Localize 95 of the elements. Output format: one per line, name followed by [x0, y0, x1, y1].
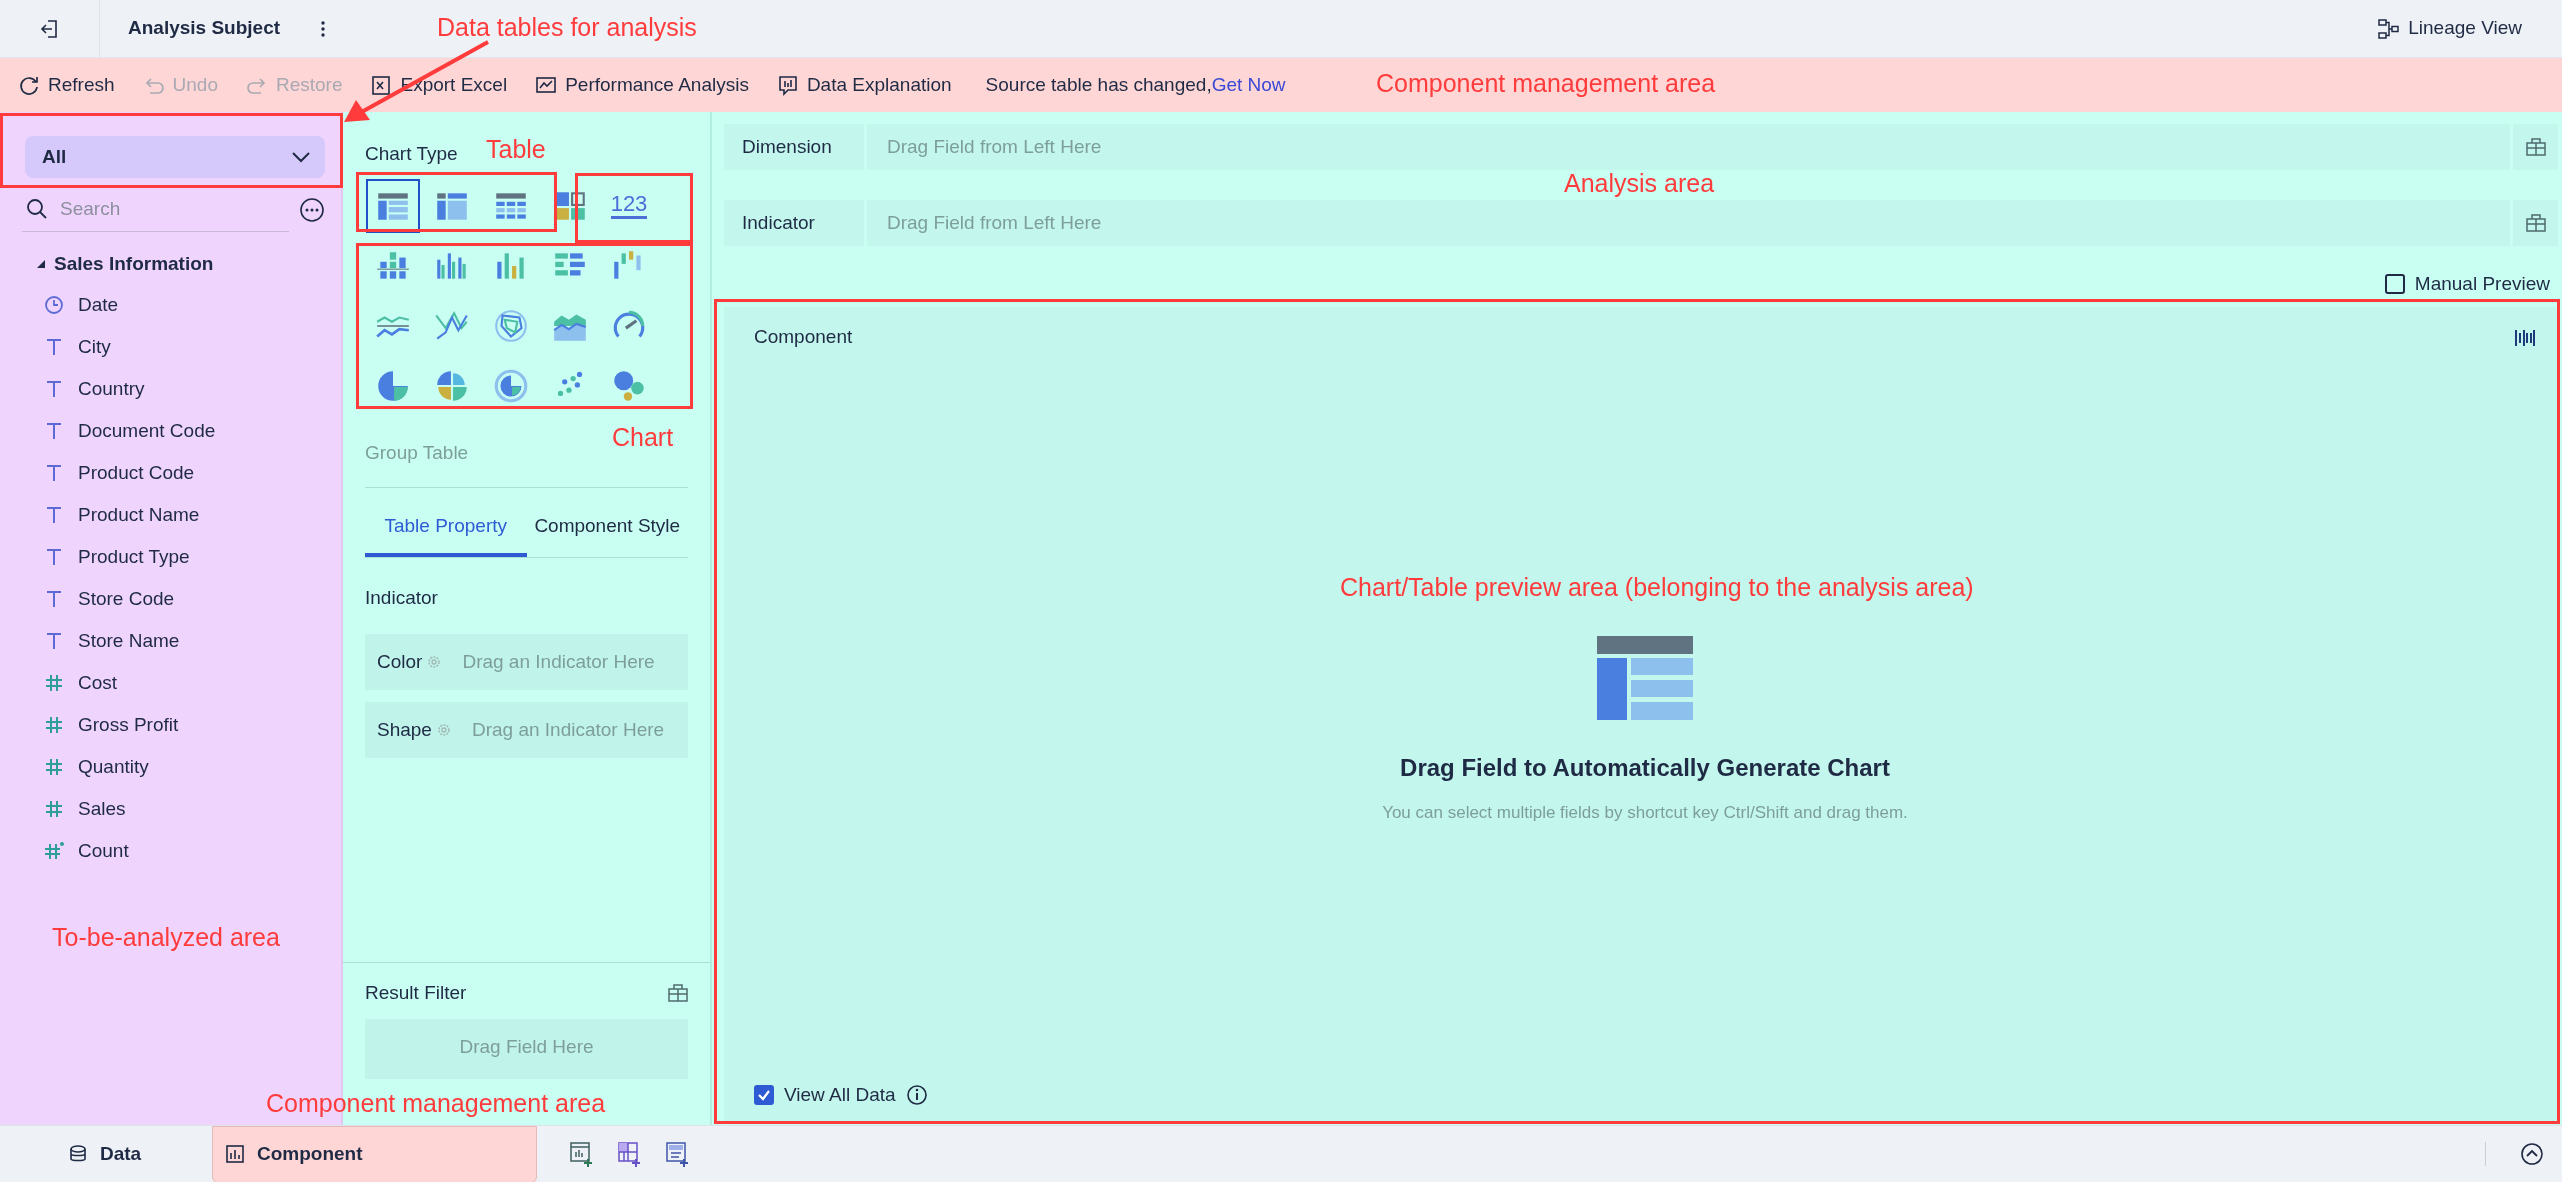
component-title: Component — [754, 324, 853, 349]
field-item[interactable]: Count — [78, 836, 129, 866]
hash-icon — [44, 715, 64, 735]
tree-group[interactable]: Sales Information — [36, 249, 341, 278]
drop-zone[interactable]: Color Drag an Indicator Here — [365, 634, 688, 690]
field-item[interactable]: Document Code — [78, 416, 216, 446]
toolbox-icon — [2525, 137, 2546, 157]
field-item[interactable]: Store Code — [78, 584, 175, 614]
text-type-icon — [44, 589, 64, 609]
get-now-link[interactable]: Get Now — [1211, 73, 1286, 95]
annotation-label: To-be-analyzed area — [52, 924, 280, 952]
annotation-label: Analysis area — [1564, 170, 1715, 198]
collapse-button[interactable] — [2520, 1141, 2544, 1167]
field-item[interactable]: Product Type — [78, 542, 190, 572]
text-type-icon — [44, 379, 64, 399]
hash-icon — [44, 673, 64, 693]
clock-icon — [44, 295, 64, 315]
field-item[interactable]: Store Name — [78, 626, 180, 656]
annotation-label: Chart — [612, 424, 674, 452]
bars-icon — [2514, 327, 2536, 348]
toolbar-button[interactable]: Data Explanation — [776, 70, 952, 100]
notice-text: Source table has changed,Get Now — [985, 72, 1286, 97]
section-title: Indicator — [365, 585, 438, 610]
database-icon — [68, 1144, 88, 1164]
add-component-button[interactable] — [569, 1141, 593, 1167]
kebab-icon — [320, 19, 327, 40]
chart-type-name: Group Table — [365, 440, 469, 465]
search-icon — [26, 198, 48, 221]
field-item[interactable]: Date — [78, 290, 119, 320]
chart-window-icon — [535, 74, 558, 96]
field-item[interactable]: Product Code — [78, 458, 195, 488]
hash-icon — [44, 799, 64, 819]
gear-icon — [426, 654, 443, 670]
chart-type-button[interactable]: 123 — [602, 178, 656, 233]
spreadsheet-icon — [370, 74, 393, 96]
more-icon — [299, 196, 325, 223]
lineage-view-button[interactable]: Lineage View — [2378, 14, 2522, 43]
field-item[interactable]: Product Name — [78, 500, 200, 530]
chevron-up-icon — [2520, 1142, 2544, 1167]
tab[interactable]: Data — [0, 1125, 212, 1182]
toolbox-icon — [2525, 213, 2546, 233]
annotation-label: Chart/Table preview area (belonging to the analysis area) — [1340, 574, 1974, 602]
page-title: Analysis Subject — [128, 16, 281, 41]
empty-state-hint: You can select multiple fields by shortcut key Ctrl/Shift and drag them. — [1382, 802, 1908, 824]
tab[interactable]: Component — [212, 1125, 537, 1182]
checkbox[interactable]: Manual Preview — [2384, 270, 2550, 299]
more-options-button[interactable] — [299, 196, 325, 223]
add-component-button[interactable] — [665, 1141, 689, 1167]
caret-down-icon — [36, 258, 46, 269]
field-item[interactable]: Country — [78, 374, 145, 404]
gear-icon — [435, 722, 452, 738]
field-item[interactable]: Cost — [78, 668, 118, 698]
text-type-icon — [44, 631, 64, 651]
field-item[interactable]: Quantity — [78, 752, 149, 782]
add-layout-icon — [617, 1141, 641, 1167]
toolbox-icon — [668, 982, 688, 1003]
checkbox[interactable]: View All Data — [754, 1080, 896, 1109]
drop-zone[interactable]: Shape Drag an Indicator Here — [365, 702, 688, 758]
table-select[interactable]: All — [25, 136, 325, 178]
annotation-label: Table — [486, 136, 546, 164]
table-placeholder-icon — [1597, 636, 1693, 720]
chart-type-title: Chart Type — [365, 142, 458, 166]
chevron-down-icon — [291, 151, 311, 163]
text-type-icon — [44, 547, 64, 567]
shelf-label: Indicator — [724, 200, 864, 246]
field-item[interactable]: Gross Profit — [78, 710, 179, 740]
bar-comment-icon — [776, 74, 799, 96]
chart-type-button[interactable] — [366, 178, 420, 233]
field-item[interactable]: Sales — [78, 794, 126, 824]
kpi-label: 123 — [610, 192, 648, 219]
search-field[interactable]: Search — [58, 194, 258, 225]
chart-window-icon — [225, 1144, 245, 1164]
tab[interactable]: Component Style — [526, 502, 688, 557]
toolbar-button[interactable]: Performance Analysis — [535, 70, 749, 100]
add-chart-icon — [569, 1141, 593, 1167]
annotation-label: Data tables for analysis — [437, 14, 697, 42]
tab[interactable]: Table Property — [365, 502, 527, 557]
refresh-icon — [18, 74, 40, 96]
add-table-icon — [665, 1141, 689, 1167]
hash-icon — [44, 757, 64, 777]
field-item[interactable]: City — [78, 332, 111, 362]
info-icon — [905, 1083, 928, 1106]
add-component-button[interactable] — [617, 1141, 641, 1167]
text-type-icon — [44, 505, 64, 525]
hash-asterisk-icon — [44, 841, 64, 861]
annotation-label: Component management area — [1376, 70, 1716, 98]
section-title: Result Filter — [365, 980, 467, 1005]
text-type-icon — [44, 337, 64, 357]
lineage-icon — [2378, 17, 2401, 40]
shelf-label: Dimension — [724, 124, 864, 170]
text-type-icon — [44, 463, 64, 483]
annotation-label: Component management area — [266, 1090, 606, 1118]
toolbar-button[interactable]: Refresh — [18, 70, 115, 100]
empty-state-title: Drag Field to Automatically Generate Chart — [1400, 753, 1890, 783]
text-type-icon — [44, 421, 64, 441]
